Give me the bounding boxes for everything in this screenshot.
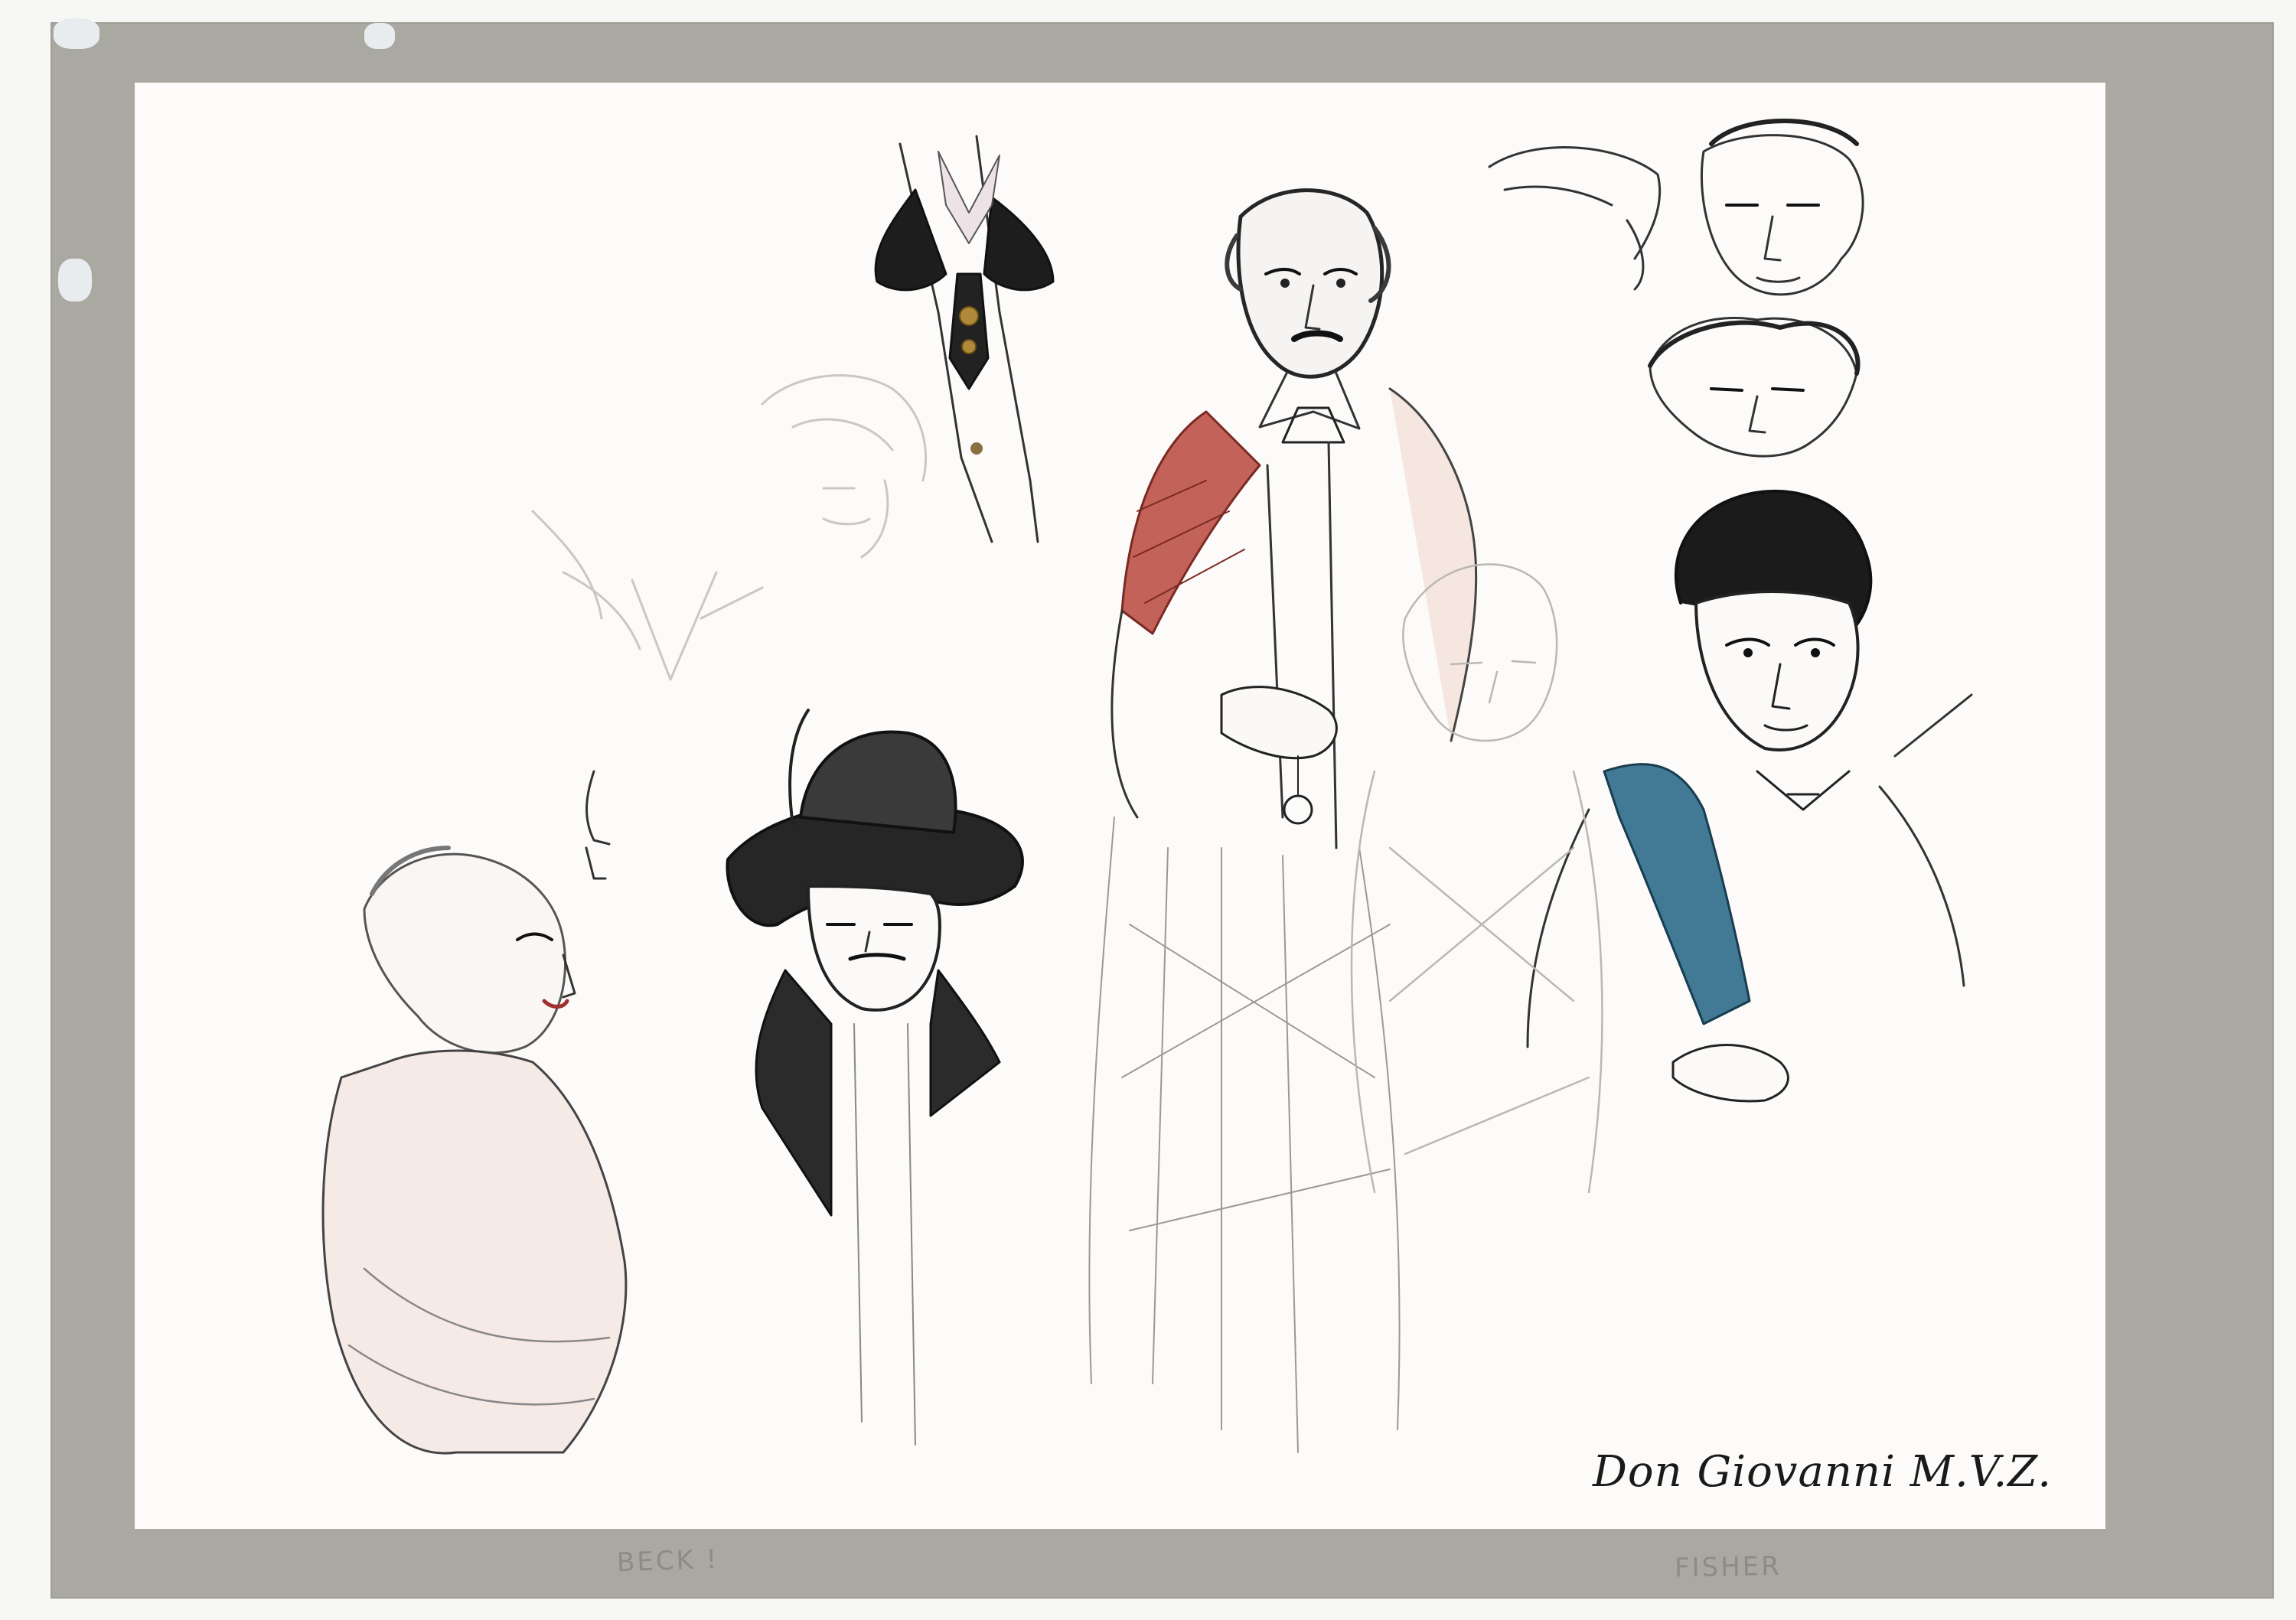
young-man-blue-lapel bbox=[1526, 489, 1973, 1103]
drawing-sheet: Don Giovanni M.V.Z. bbox=[135, 83, 2105, 1529]
man-in-hat bbox=[726, 709, 1024, 1446]
margin-note-right: FISHER bbox=[1674, 1550, 1782, 1584]
costume-sketches bbox=[321, 119, 1973, 1455]
artist-signature: Don Giovanni M.V.Z. bbox=[1592, 1447, 2052, 1497]
collar-study bbox=[874, 135, 1055, 543]
head-studies bbox=[1488, 119, 1864, 458]
paper-damage bbox=[58, 259, 92, 302]
paper-damage bbox=[364, 23, 395, 49]
paper-damage bbox=[54, 18, 99, 49]
woman-bare-shoulders bbox=[321, 770, 628, 1455]
margin-note-left: BECK ! bbox=[616, 1543, 719, 1579]
faint-pencil-figure bbox=[531, 374, 928, 681]
older-man-figure bbox=[1088, 188, 1478, 1453]
